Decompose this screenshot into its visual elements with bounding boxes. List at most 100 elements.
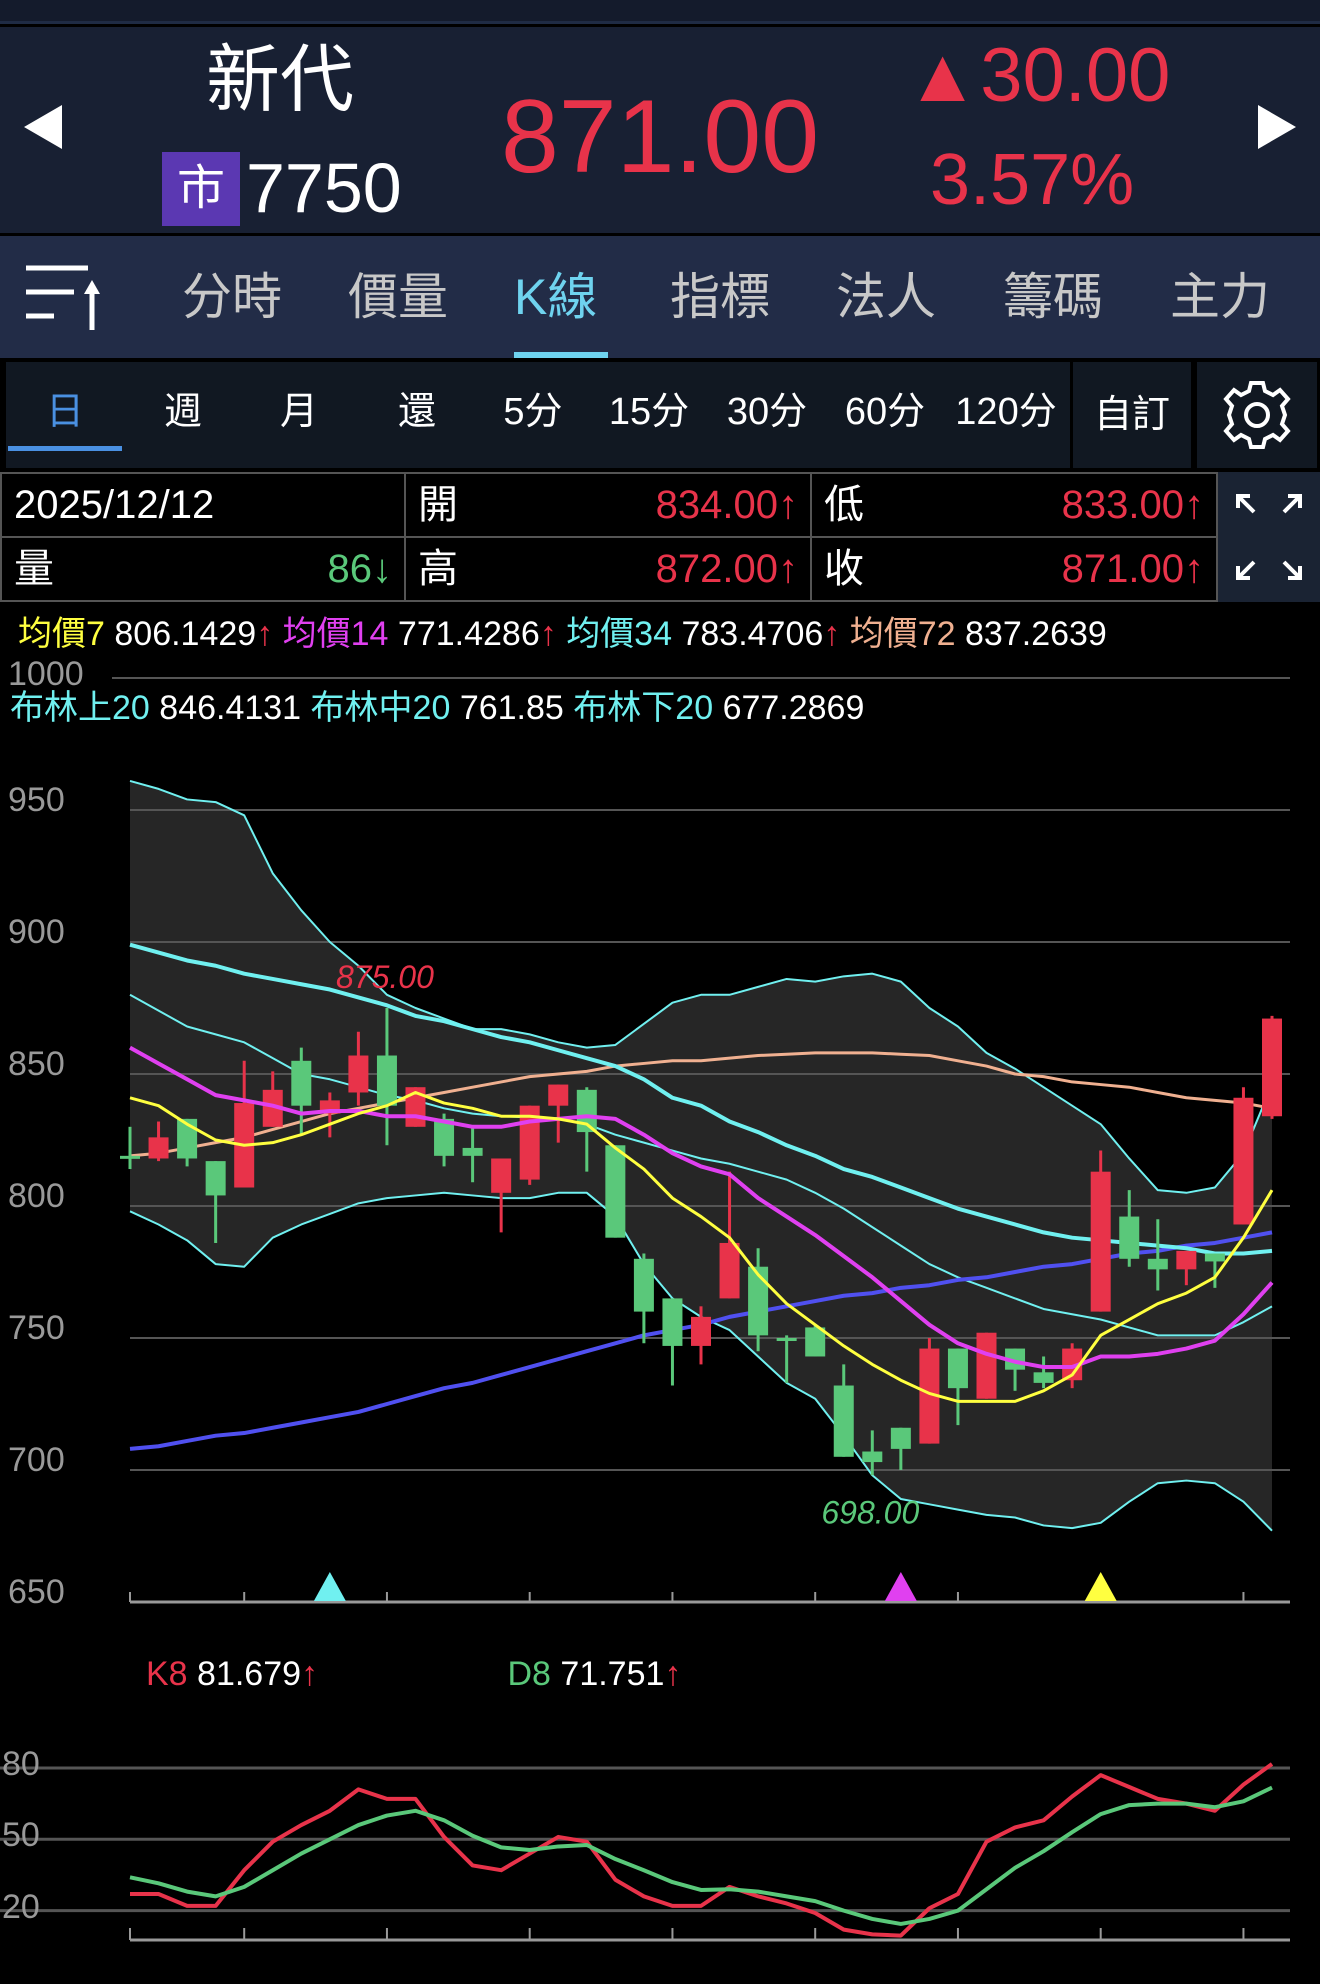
signal-triangle-icon: [1084, 1572, 1117, 1601]
custom-period-button[interactable]: 自訂: [1073, 362, 1191, 468]
date-cell: 2025/12/12: [0, 472, 406, 538]
bb-mid-value: 761.85: [459, 689, 564, 727]
y-tick-650: 650: [8, 1573, 65, 1611]
kd-y-tick-50: 50: [2, 1816, 40, 1855]
candle-body: [633, 1258, 654, 1312]
bb-mid-label: 布林中20: [310, 689, 451, 727]
candle-body: [1033, 1372, 1054, 1383]
period-15min[interactable]: 15分: [592, 382, 706, 442]
tab-institutional[interactable]: 法人: [836, 262, 936, 332]
close-label: 收: [824, 547, 864, 591]
period-month[interactable]: 月: [242, 382, 356, 442]
candle-body: [434, 1118, 455, 1156]
high-cell: 高 872.00↑: [404, 536, 812, 602]
d-arrow: ↑: [664, 1655, 682, 1693]
open-label: 開: [418, 483, 458, 527]
tab-kline[interactable]: K線: [514, 262, 597, 332]
bollinger-upper-line: [129, 779, 1273, 1194]
period-60min[interactable]: 60分: [826, 382, 944, 442]
bb-lower-label: 布林下20: [573, 689, 714, 727]
bollinger-lower-line: [129, 1191, 1273, 1532]
active-tab-indicator: [514, 352, 608, 358]
ma14-arrow: ↑: [539, 615, 557, 653]
bollinger-fill: [130, 780, 1272, 1531]
candle-body: [348, 1055, 369, 1093]
signal-triangle-icon: [313, 1572, 346, 1601]
ma34-arrow: ↑: [823, 615, 841, 653]
market-badge: 市: [162, 152, 240, 226]
ma14-label: 均價14: [282, 615, 389, 653]
tab-intraday[interactable]: 分時: [182, 262, 282, 332]
tab-chips[interactable]: 籌碼: [1003, 262, 1103, 332]
y-tick-900: 900: [8, 913, 65, 951]
sort-menu-icon[interactable]: [24, 264, 104, 334]
k8-line: [130, 1762, 1274, 1938]
candle-body: [291, 1060, 312, 1106]
y-tick-750: 750: [8, 1309, 65, 1347]
candle-body: [405, 1087, 426, 1127]
triangle-right-icon[interactable]: [1258, 105, 1296, 149]
high-value: 872.00↑: [655, 547, 798, 591]
ma7-label: 均價7: [18, 615, 105, 653]
bb-upper-label: 布林上20: [10, 689, 150, 727]
candle-body: [1262, 1018, 1282, 1117]
ma34-value: 783.4706: [681, 615, 824, 653]
bollinger-mid-line: [129, 993, 1273, 1337]
period-week[interactable]: 週: [126, 382, 240, 442]
ma34-label: 均價34: [566, 615, 673, 653]
period-120min[interactable]: 120分: [944, 382, 1068, 442]
change-percent: 3.57%: [930, 140, 1135, 220]
expand-icon: [1236, 494, 1302, 580]
ma14-value: 771.4286: [397, 615, 540, 653]
status-strip: [0, 0, 1320, 24]
period-30min[interactable]: 30分: [708, 382, 826, 442]
signal-triangle-icon: [884, 1572, 917, 1601]
fullscreen-button[interactable]: [1218, 472, 1320, 602]
candle-body: [120, 1155, 140, 1159]
period-5min[interactable]: 5分: [476, 382, 590, 442]
bb-upper-value: 846.4131: [159, 689, 302, 727]
candle-body: [319, 1100, 340, 1114]
ma72-line: [129, 1051, 1273, 1158]
candle-body: [234, 1103, 255, 1188]
candle-body: [833, 1385, 854, 1457]
bollinger-legend: 布林上20 846.4131 布林中20 761.85 布林下20 677.28…: [10, 688, 864, 728]
candle-body: [976, 1332, 997, 1399]
y-tick-1000: 1000: [8, 655, 84, 693]
low-value: 833.00↑: [1061, 483, 1204, 527]
candle-body: [1233, 1097, 1254, 1225]
ma34-line: [129, 942, 1273, 1256]
candle-body: [947, 1348, 968, 1389]
candle-body: [605, 1145, 626, 1238]
candle-body: [148, 1137, 169, 1159]
period-adjusted[interactable]: 還: [360, 382, 474, 442]
candle-body: [1090, 1171, 1111, 1312]
candle-body: [548, 1084, 569, 1106]
stock-name: 新代: [206, 38, 354, 121]
close-value: 871.00↑: [1061, 547, 1204, 591]
ma7-line: [129, 1090, 1274, 1403]
tab-indicators[interactable]: 指標: [670, 262, 770, 332]
low-price-label: 698.00: [821, 1494, 919, 1530]
triangle-left-icon[interactable]: [24, 105, 62, 149]
period-day[interactable]: 日: [8, 382, 122, 442]
k-value: 81.679: [197, 1655, 302, 1693]
tab-main-force[interactable]: 主力: [1170, 262, 1270, 332]
low-label: 低: [824, 483, 864, 527]
volume-value: 86↓: [327, 547, 393, 591]
k-label: K8: [146, 1655, 188, 1693]
long-ma-line: [129, 1230, 1273, 1451]
settings-button[interactable]: [1197, 362, 1317, 468]
candle-body: [748, 1266, 769, 1336]
candle-body: [1005, 1348, 1026, 1370]
tab-price-volume[interactable]: 價量: [348, 262, 448, 332]
candle-body: [519, 1105, 540, 1180]
candle-body: [491, 1158, 512, 1193]
ma72-value: 837.2639: [965, 615, 1107, 653]
d8-line: [129, 1785, 1273, 1926]
candle-body: [576, 1089, 597, 1133]
stock-code: 7750: [246, 149, 402, 227]
candle-body: [177, 1118, 198, 1159]
d-label: D8: [507, 1655, 551, 1693]
candle-body: [776, 1338, 797, 1341]
